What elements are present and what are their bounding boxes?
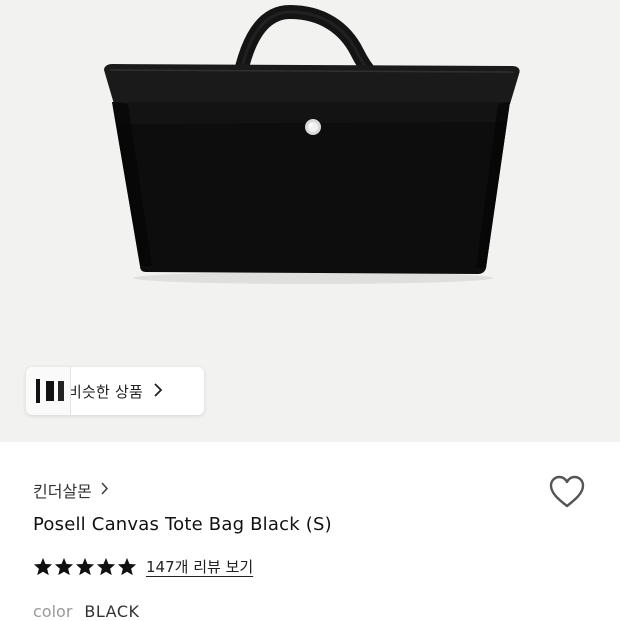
brand-link[interactable]: 킨더살몬 bbox=[33, 478, 109, 502]
star-icon bbox=[54, 557, 74, 576]
heart-outline-icon bbox=[549, 475, 585, 508]
chevron-right-icon bbox=[100, 481, 109, 499]
similar-products-label: 비슷한 상품 bbox=[68, 382, 143, 401]
color-option: color BLACK bbox=[33, 602, 140, 621]
color-value: BLACK bbox=[84, 602, 140, 621]
star-icon bbox=[33, 557, 53, 576]
star-icon bbox=[117, 557, 137, 576]
wishlist-heart-button[interactable] bbox=[548, 474, 586, 510]
product-info-panel: 킨더살몬 Posell Canvas Tote Bag Black (S) 14… bbox=[0, 442, 620, 621]
similar-products-button[interactable]: 비슷한 상품 bbox=[26, 367, 204, 415]
similar-products-thumbnails bbox=[26, 367, 71, 415]
product-image-area: 비슷한 상품 bbox=[0, 0, 620, 442]
star-icon bbox=[75, 557, 95, 576]
rating-row: 147개 리뷰 보기 bbox=[33, 556, 253, 577]
chevron-right-icon bbox=[153, 382, 163, 401]
color-label: color bbox=[33, 602, 73, 621]
star-rating bbox=[33, 557, 138, 576]
bag-thumbnail-icon bbox=[46, 381, 64, 401]
product-title: Posell Canvas Tote Bag Black (S) bbox=[33, 514, 332, 535]
review-count-link[interactable]: 147개 리뷰 보기 bbox=[146, 556, 253, 577]
star-icon bbox=[96, 557, 116, 576]
brand-name: 킨더살몬 bbox=[33, 482, 92, 501]
similar-thumbnail bbox=[40, 367, 71, 415]
